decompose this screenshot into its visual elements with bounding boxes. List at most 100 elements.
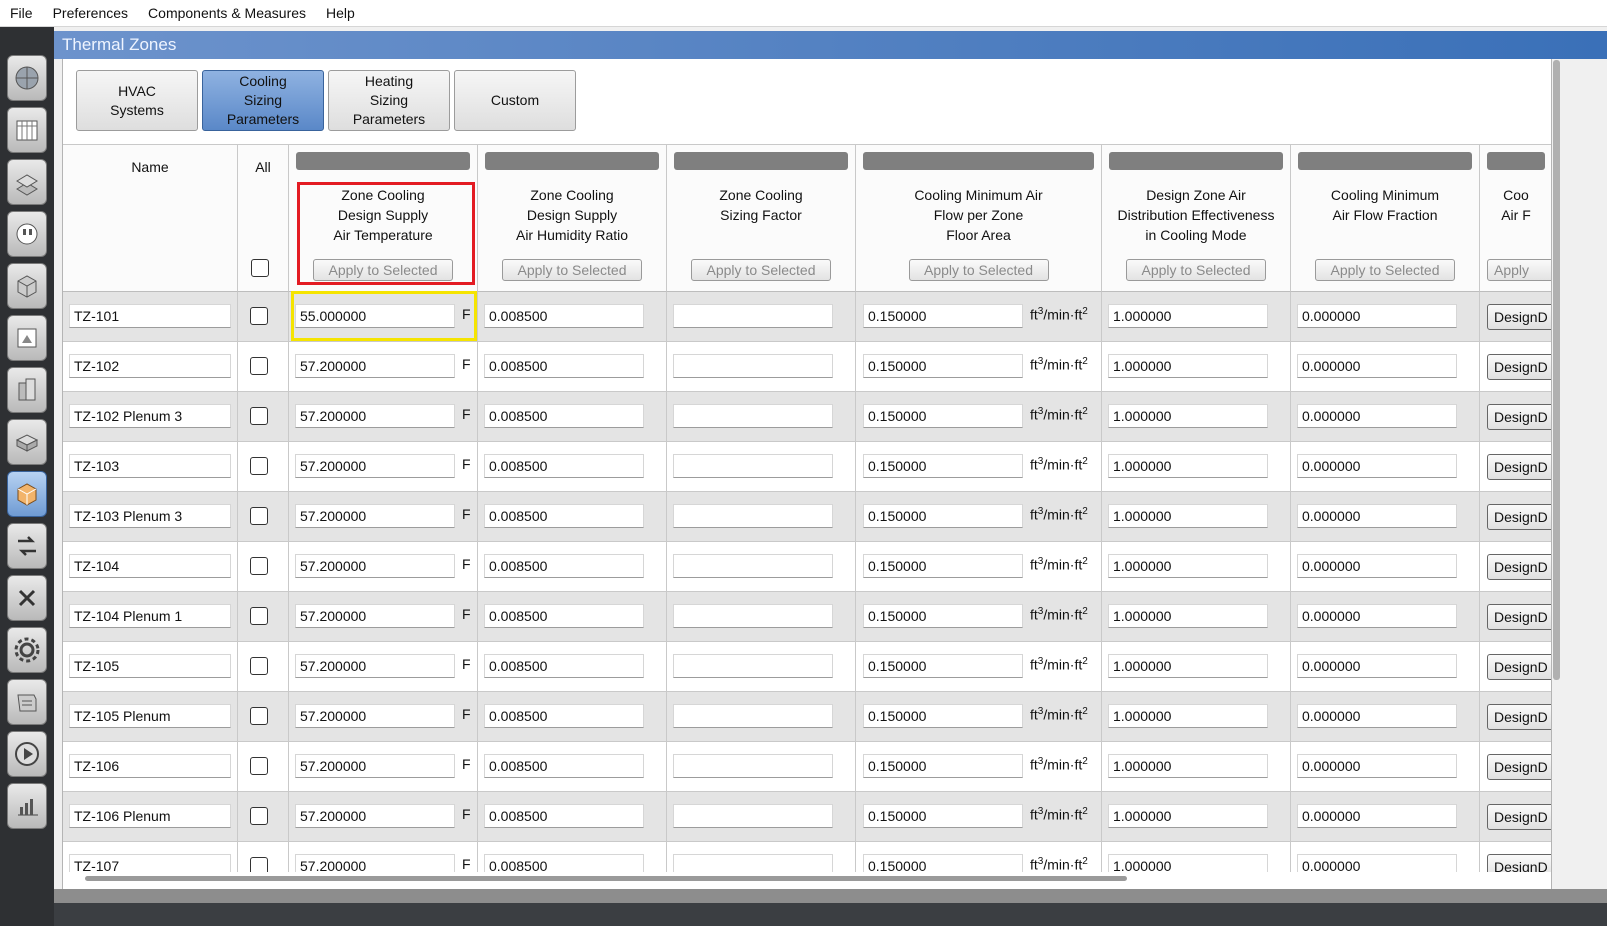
row-select-checkbox[interactable] xyxy=(250,307,268,325)
humidity-ratio-field[interactable]: 0.008500 xyxy=(484,454,644,478)
tab-hvac-systems[interactable]: HVAC Systems xyxy=(76,70,198,131)
air-distribution-effectiveness-field[interactable]: 1.000000 xyxy=(1108,404,1268,428)
air-temperature-field[interactable]: 57.200000 xyxy=(295,604,455,628)
zone-name-field[interactable]: TZ-101 xyxy=(69,304,231,328)
row-select-checkbox[interactable] xyxy=(250,607,268,625)
sizing-factor-field[interactable] xyxy=(673,304,833,328)
air-distribution-effectiveness-field[interactable]: 1.000000 xyxy=(1108,754,1268,778)
row-select-checkbox[interactable] xyxy=(250,457,268,475)
apply-to-selected-button[interactable]: Apply to Selected xyxy=(313,259,453,281)
sizing-factor-field[interactable] xyxy=(673,754,833,778)
apply-to-selected-button[interactable]: Apply to Selected xyxy=(691,259,831,281)
air-distribution-effectiveness-field[interactable]: 1.000000 xyxy=(1108,604,1268,628)
air-temperature-field[interactable]: 57.200000 xyxy=(295,454,455,478)
humidity-ratio-field[interactable]: 0.008500 xyxy=(484,554,644,578)
apply-to-selected-button[interactable]: Apply xyxy=(1487,259,1551,281)
humidity-ratio-field[interactable]: 0.008500 xyxy=(484,504,644,528)
min-air-flow-per-area-field[interactable]: 0.150000 xyxy=(863,554,1023,578)
sidebar-measures-button[interactable] xyxy=(7,679,47,725)
min-air-flow-per-area-field[interactable]: 0.150000 xyxy=(863,804,1023,828)
min-air-flow-per-area-field[interactable]: 0.150000 xyxy=(863,604,1023,628)
sidebar-spaces-button[interactable] xyxy=(7,419,47,465)
sidebar-thermal-zones-button[interactable] xyxy=(7,471,47,517)
row-select-checkbox[interactable] xyxy=(250,557,268,575)
sidebar-variables-button[interactable] xyxy=(7,575,47,621)
design-day-button[interactable]: DesignD xyxy=(1487,454,1551,480)
air-temperature-field[interactable]: 57.200000 xyxy=(295,354,455,378)
design-day-button[interactable]: DesignD xyxy=(1487,704,1551,730)
air-distribution-effectiveness-field[interactable]: 1.000000 xyxy=(1108,804,1268,828)
menu-preferences[interactable]: Preferences xyxy=(43,5,138,21)
min-air-flow-per-area-field[interactable]: 0.150000 xyxy=(863,654,1023,678)
min-air-flow-fraction-field[interactable]: 0.000000 xyxy=(1297,604,1457,628)
min-air-flow-fraction-field[interactable]: 0.000000 xyxy=(1297,754,1457,778)
air-temperature-field[interactable]: 57.200000 xyxy=(295,854,455,872)
tab-custom[interactable]: Custom xyxy=(454,70,576,131)
tab-cooling-sizing-parameters[interactable]: Cooling Sizing Parameters xyxy=(202,70,324,131)
air-distribution-effectiveness-field[interactable]: 1.000000 xyxy=(1108,554,1268,578)
humidity-ratio-field[interactable]: 0.008500 xyxy=(484,754,644,778)
humidity-ratio-field[interactable]: 0.008500 xyxy=(484,854,644,872)
column-drag-handle[interactable] xyxy=(1298,152,1472,170)
humidity-ratio-field[interactable]: 0.008500 xyxy=(484,704,644,728)
sizing-factor-field[interactable] xyxy=(673,804,833,828)
column-drag-handle[interactable] xyxy=(485,152,659,170)
sidebar-constructions-button[interactable] xyxy=(7,159,47,205)
zone-name-field[interactable]: TZ-102 xyxy=(69,354,231,378)
air-temperature-field[interactable]: 57.200000 xyxy=(295,504,455,528)
min-air-flow-fraction-field[interactable]: 0.000000 xyxy=(1297,404,1457,428)
row-select-checkbox[interactable] xyxy=(250,357,268,375)
air-distribution-effectiveness-field[interactable]: 1.000000 xyxy=(1108,854,1268,872)
air-temperature-field[interactable]: 57.200000 xyxy=(295,754,455,778)
air-temperature-field[interactable]: 57.200000 xyxy=(295,404,455,428)
design-day-button[interactable]: DesignD xyxy=(1487,604,1551,630)
air-temperature-field[interactable]: 55.000000 xyxy=(295,304,455,328)
menu-help[interactable]: Help xyxy=(316,5,365,21)
zone-name-field[interactable]: TZ-102 Plenum 3 xyxy=(69,404,231,428)
air-distribution-effectiveness-field[interactable]: 1.000000 xyxy=(1108,654,1268,678)
design-day-button[interactable]: DesignD xyxy=(1487,804,1551,830)
menu-components-measures[interactable]: Components & Measures xyxy=(138,5,316,21)
vertical-scrollbar[interactable] xyxy=(1553,60,1560,680)
sidebar-geometry-button[interactable] xyxy=(7,315,47,361)
select-all-checkbox[interactable] xyxy=(251,259,269,277)
min-air-flow-per-area-field[interactable]: 0.150000 xyxy=(863,754,1023,778)
min-air-flow-fraction-field[interactable]: 0.000000 xyxy=(1297,454,1457,478)
row-select-checkbox[interactable] xyxy=(250,757,268,775)
min-air-flow-per-area-field[interactable]: 0.150000 xyxy=(863,354,1023,378)
min-air-flow-per-area-field[interactable]: 0.150000 xyxy=(863,304,1023,328)
sizing-factor-field[interactable] xyxy=(673,654,833,678)
min-air-flow-fraction-field[interactable]: 0.000000 xyxy=(1297,504,1457,528)
sidebar-results-summary-button[interactable] xyxy=(7,783,47,829)
design-day-button[interactable]: DesignD xyxy=(1487,354,1551,380)
sizing-factor-field[interactable] xyxy=(673,354,833,378)
humidity-ratio-field[interactable]: 0.008500 xyxy=(484,354,644,378)
column-drag-handle[interactable] xyxy=(1487,152,1545,170)
design-day-button[interactable]: DesignD xyxy=(1487,404,1551,430)
zone-name-field[interactable]: TZ-104 xyxy=(69,554,231,578)
sidebar-run-simulation-button[interactable] xyxy=(7,731,47,777)
sidebar-schedules-button[interactable] xyxy=(7,107,47,153)
apply-to-selected-button[interactable]: Apply to Selected xyxy=(1315,259,1455,281)
min-air-flow-fraction-field[interactable]: 0.000000 xyxy=(1297,354,1457,378)
humidity-ratio-field[interactable]: 0.008500 xyxy=(484,604,644,628)
design-day-button[interactable]: DesignD xyxy=(1487,654,1551,680)
zone-name-field[interactable]: TZ-106 xyxy=(69,754,231,778)
column-drag-handle[interactable] xyxy=(1109,152,1283,170)
design-day-button[interactable]: DesignD xyxy=(1487,754,1551,780)
zone-name-field[interactable]: TZ-104 Plenum 1 xyxy=(69,604,231,628)
sizing-factor-field[interactable] xyxy=(673,504,833,528)
sizing-factor-field[interactable] xyxy=(673,404,833,428)
apply-to-selected-button[interactable]: Apply to Selected xyxy=(1126,259,1266,281)
min-air-flow-fraction-field[interactable]: 0.000000 xyxy=(1297,704,1457,728)
menu-file[interactable]: File xyxy=(0,5,43,21)
horizontal-scrollbar[interactable] xyxy=(85,876,1127,881)
humidity-ratio-field[interactable]: 0.008500 xyxy=(484,304,644,328)
min-air-flow-per-area-field[interactable]: 0.150000 xyxy=(863,504,1023,528)
air-distribution-effectiveness-field[interactable]: 1.000000 xyxy=(1108,704,1268,728)
min-air-flow-fraction-field[interactable]: 0.000000 xyxy=(1297,304,1457,328)
apply-to-selected-button[interactable]: Apply to Selected xyxy=(502,259,642,281)
zone-name-field[interactable]: TZ-103 Plenum 3 xyxy=(69,504,231,528)
design-day-button[interactable]: DesignD xyxy=(1487,304,1551,330)
air-distribution-effectiveness-field[interactable]: 1.000000 xyxy=(1108,354,1268,378)
